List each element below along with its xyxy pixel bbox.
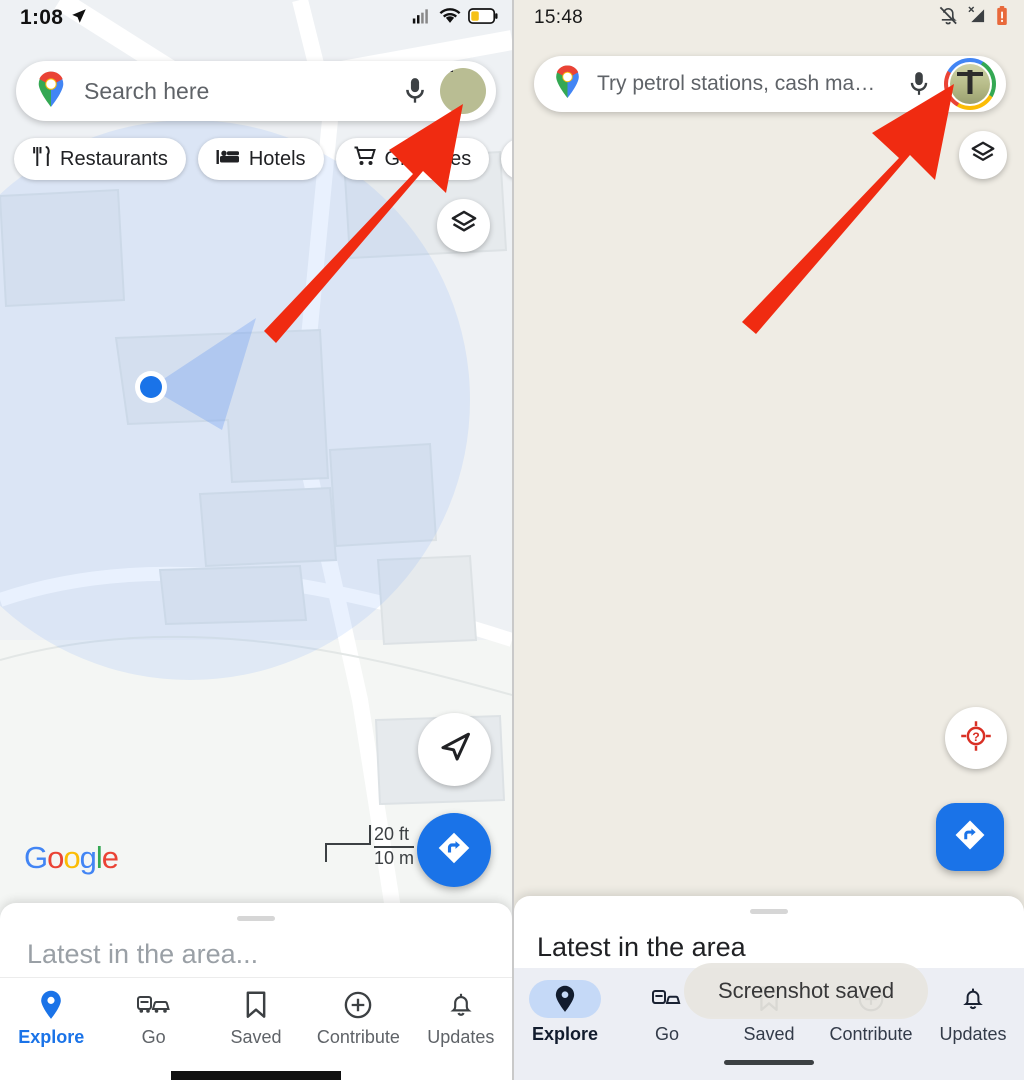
screenshot-comparison-stage: 1:08 Search here Restaurants Hotels Groc…	[0, 0, 1024, 1080]
google-maps-pin-icon	[552, 64, 583, 104]
status-time: 15:48	[534, 7, 584, 28]
hotel-bed-icon	[216, 148, 240, 171]
chip-label: Groceries	[384, 147, 472, 170]
bell-icon	[962, 983, 984, 1015]
layers-icon	[450, 209, 478, 242]
status-time: 1:08	[20, 6, 64, 29]
notifications-off-icon	[938, 5, 959, 31]
layers-button[interactable]	[959, 131, 1007, 179]
nav-item-explore[interactable]: Explore	[514, 980, 616, 1080]
plus-circle-icon	[344, 989, 372, 1021]
commute-icon	[136, 989, 171, 1021]
search-bar-right[interactable]: Try petrol stations, cash ma…	[534, 56, 1006, 112]
avatar-ring-inner	[948, 62, 992, 106]
category-chip-row-left[interactable]: Restaurants Hotels Groceries	[14, 138, 512, 180]
layers-icon	[970, 140, 996, 171]
cell-signal-icon	[412, 8, 432, 29]
battery-alert-icon	[994, 5, 1010, 31]
chip-restaurants[interactable]: Restaurants	[14, 138, 186, 180]
location-arrow-icon	[70, 7, 88, 30]
nav-pill	[937, 980, 1009, 1018]
sheet-title: Latest in the area...	[27, 939, 259, 969]
no-sim-signal-icon	[966, 6, 987, 30]
nav-item-updates[interactable]: Updates	[922, 980, 1024, 1080]
nav-label: Updates	[427, 1027, 495, 1047]
google-attribution-logo: Google	[24, 840, 119, 875]
google-maps-pin-icon	[34, 70, 68, 113]
directions-fab[interactable]	[936, 803, 1004, 871]
nav-label: Contribute	[316, 1027, 400, 1047]
account-avatar[interactable]	[440, 68, 486, 114]
account-avatar[interactable]	[944, 58, 996, 110]
nav-item-contribute[interactable]: Contribute	[307, 989, 409, 1080]
nav-item-updates[interactable]: Updates	[410, 989, 512, 1080]
nav-label: Explore	[531, 1024, 599, 1044]
nav-label: Updates	[939, 1024, 1007, 1044]
chip-label: Hotels	[248, 147, 306, 170]
nav-item-saved[interactable]: Saved	[205, 989, 307, 1080]
nav-item-explore[interactable]: Explore	[0, 989, 102, 1080]
nav-label: Saved	[230, 1027, 282, 1047]
scale-metric: 10 m	[374, 848, 415, 868]
scale-imperial: 20 ft	[374, 824, 415, 848]
layers-button[interactable]	[437, 199, 490, 252]
chip-hotels[interactable]: Hotels	[197, 138, 324, 180]
bookmark-icon	[245, 989, 267, 1021]
status-bar-left: 1:08	[0, 0, 512, 36]
search-bar-left[interactable]: Search here	[16, 61, 496, 121]
nav-label: Saved	[743, 1024, 795, 1044]
scale-ticks	[325, 824, 371, 864]
chip-gas[interactable]: G	[501, 138, 512, 180]
wifi-icon	[439, 7, 461, 29]
shopping-cart-icon	[354, 146, 376, 172]
home-indicator-right	[724, 1060, 814, 1065]
commute-icon	[652, 983, 682, 1015]
location-unknown-icon: ?	[960, 720, 992, 757]
bell-icon	[449, 989, 473, 1021]
nav-item-go[interactable]: Go	[102, 989, 204, 1080]
nav-label: Go	[141, 1027, 166, 1047]
microphone-icon[interactable]	[902, 67, 936, 101]
locate-me-button[interactable]: ?	[945, 707, 1007, 769]
svg-text:?: ?	[972, 729, 980, 743]
nav-label: Explore	[18, 1027, 85, 1047]
status-bar-right: 15:48	[514, 0, 1024, 36]
nav-label: Go	[654, 1024, 679, 1044]
battery-low-icon	[468, 7, 498, 29]
restaurant-icon	[32, 146, 51, 172]
microphone-icon[interactable]	[398, 74, 432, 108]
sheet-title: Latest in the area	[537, 932, 746, 962]
directions-icon	[436, 830, 472, 871]
nav-active-pill	[529, 980, 601, 1018]
home-indicator-left	[171, 1071, 341, 1080]
left-phone-screenshot: 1:08 Search here Restaurants Hotels Groc…	[0, 0, 512, 1080]
map-pin-icon	[554, 983, 576, 1015]
search-input[interactable]: Try petrol stations, cash ma…	[597, 72, 902, 96]
chip-label: Restaurants	[60, 147, 168, 170]
map-scale-bar: 20 ft 10 m	[325, 824, 415, 869]
navigation-arrow-icon	[438, 730, 472, 769]
directions-icon	[953, 818, 987, 857]
chip-groceries[interactable]: Groceries	[335, 138, 490, 180]
right-phone-screenshot: 15:48 Try petrol stations, cash ma… ? La…	[512, 0, 1024, 1080]
map-pin-icon	[39, 989, 63, 1021]
nav-label: Contribute	[829, 1024, 913, 1044]
toast-notification: Screenshot saved	[684, 963, 929, 1019]
bottom-nav-left[interactable]: Explore Go Saved Contribute Updates	[0, 977, 512, 1080]
directions-fab[interactable]	[417, 813, 491, 887]
search-input[interactable]: Search here	[84, 78, 398, 105]
locate-me-button[interactable]	[418, 713, 491, 786]
avatar-image	[950, 64, 990, 104]
